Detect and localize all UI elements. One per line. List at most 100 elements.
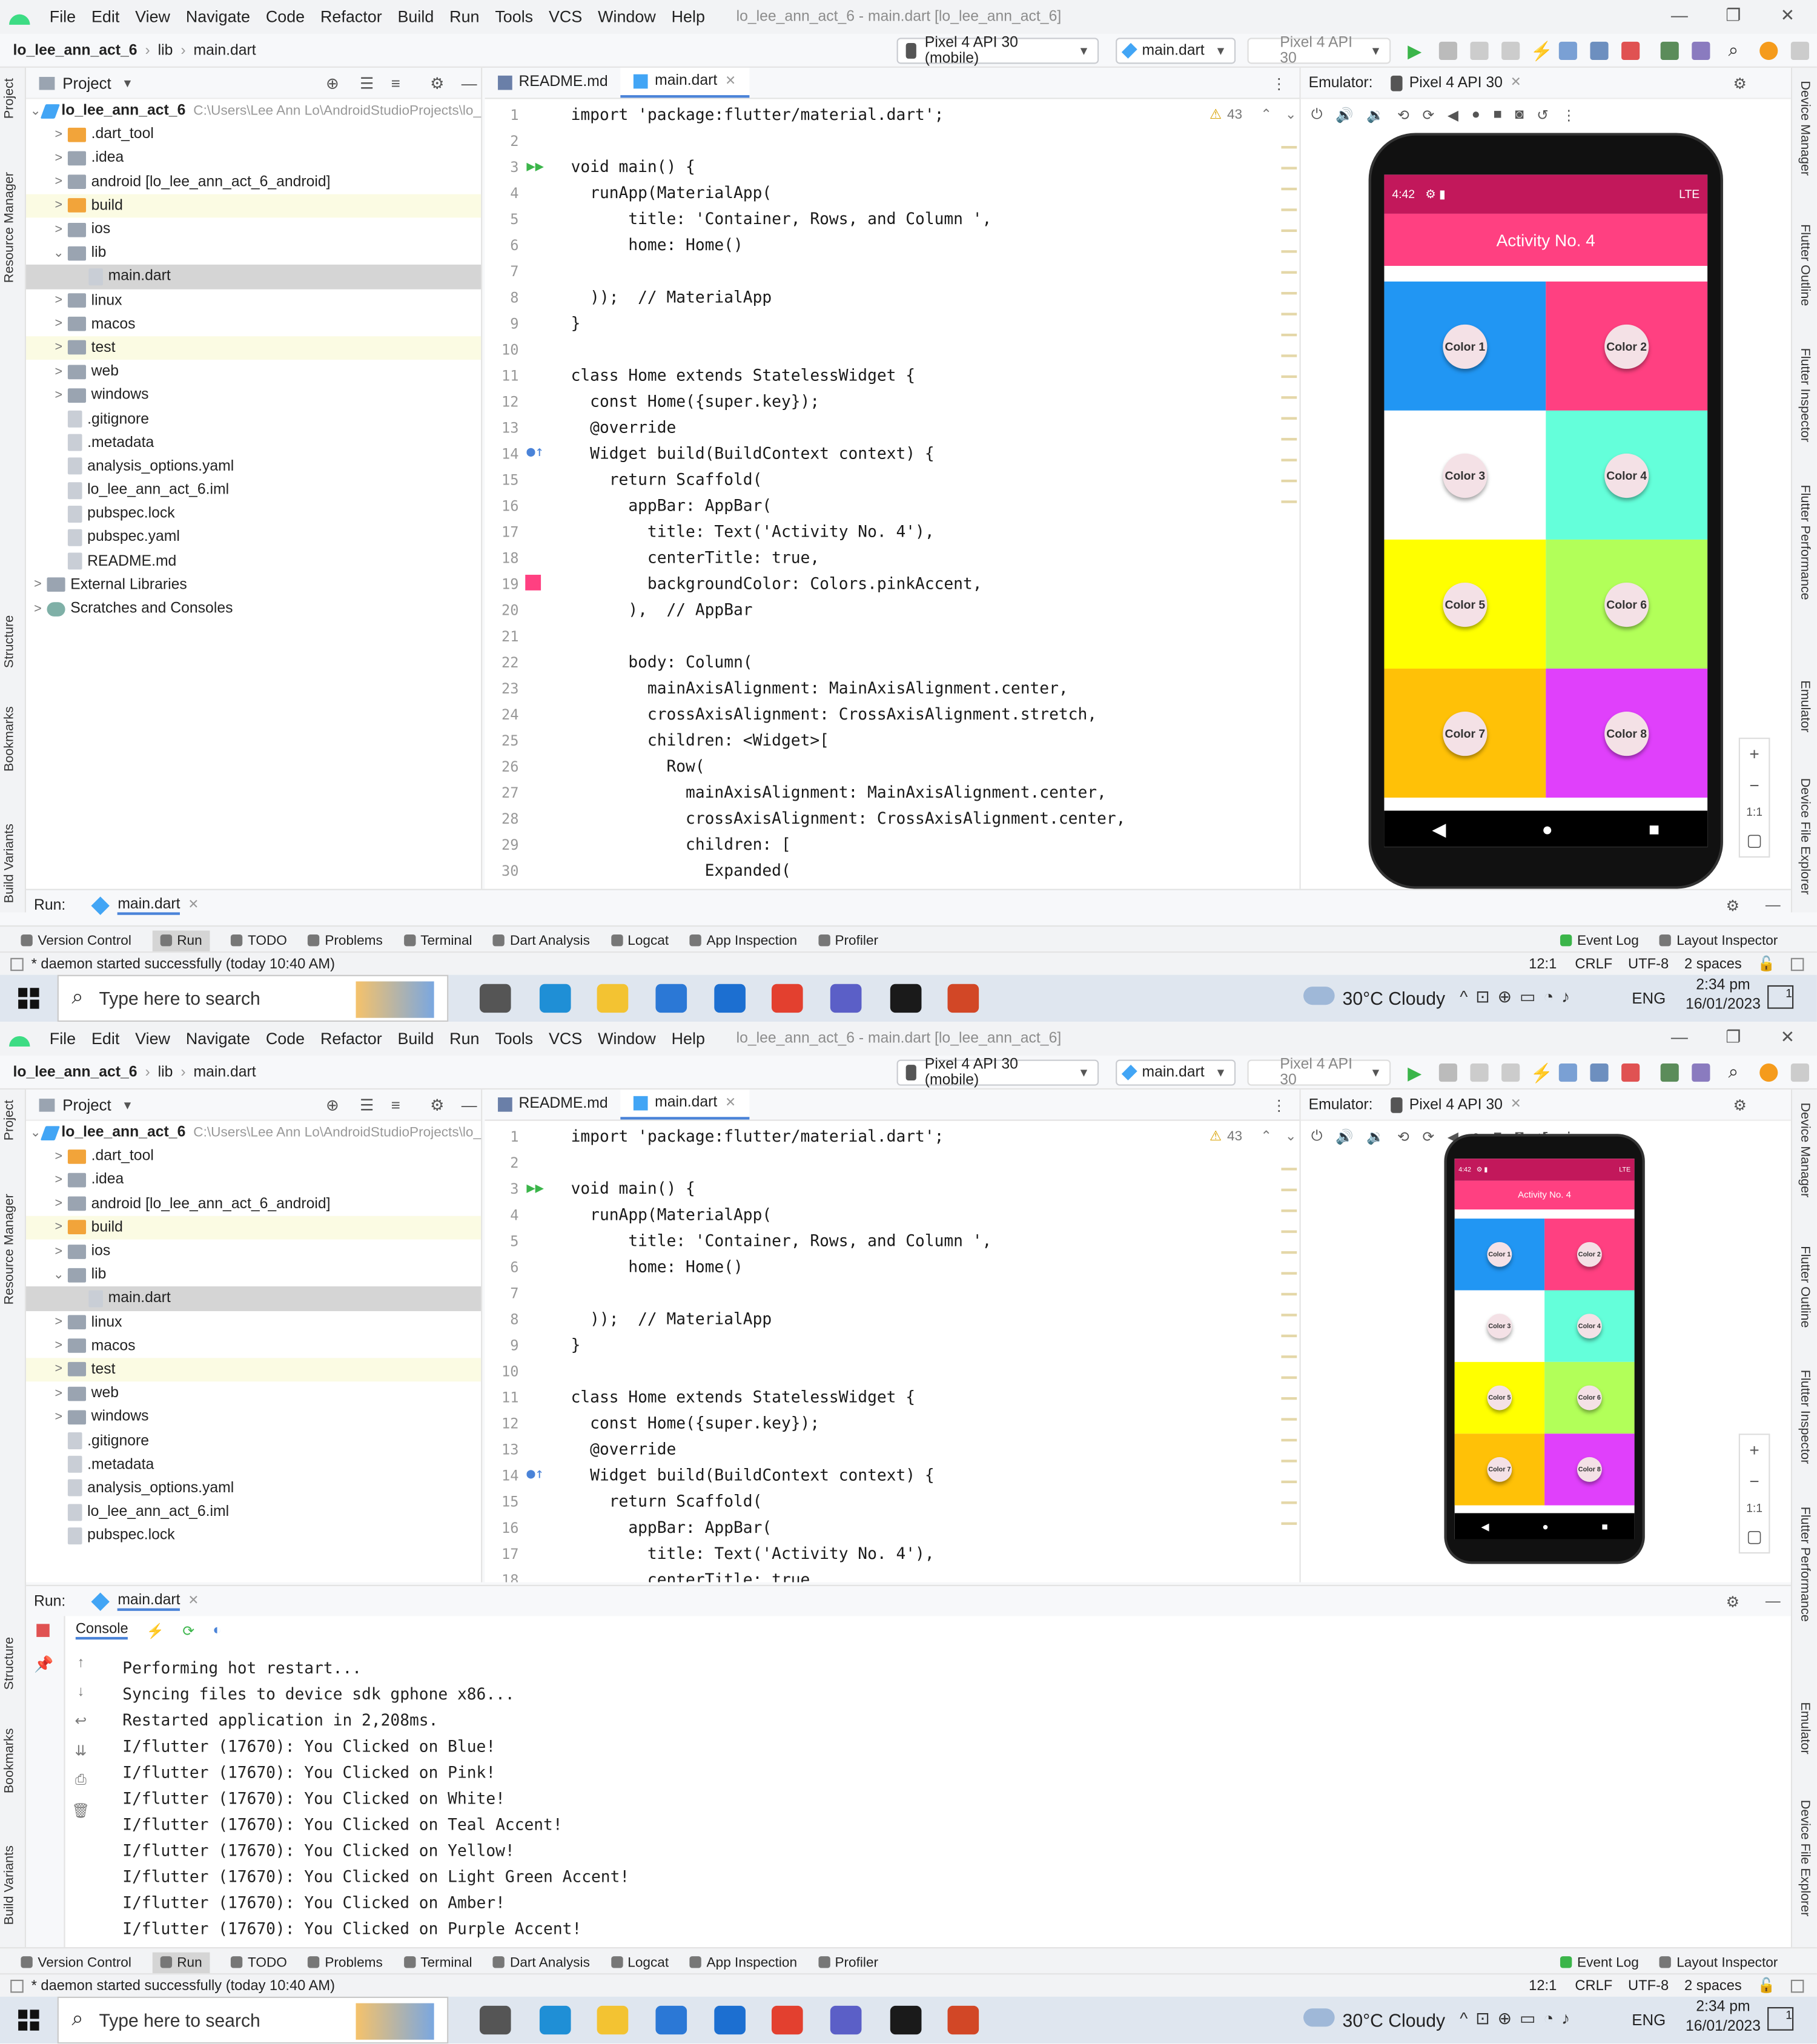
overview-icon[interactable]: ■ [1493,107,1501,122]
bottom-tool-tab[interactable]: Version Control [21,933,131,948]
locate-icon[interactable]: ⊕ [326,1096,339,1114]
tree-item[interactable]: > macos [26,313,481,336]
menu-item[interactable]: Window [598,1030,656,1048]
gear-icon[interactable]: ⚙ [1726,896,1739,915]
inspection-widget[interactable]: ⚠ 43 ⌃ ⌄ [1210,1129,1297,1145]
mail-icon[interactable] [655,984,687,1013]
side-tab-right[interactable]: Flutter Performance [1798,1507,1812,1622]
side-tab-left[interactable]: Bookmarks [2,706,17,772]
maximize-icon[interactable]: ❐ [1726,5,1741,26]
bottom-tool-tab[interactable]: Terminal [403,1954,472,1970]
layout-inspector-tab[interactable]: Layout Inspector [1660,1954,1778,1970]
side-tab-left[interactable]: Structure [2,1637,17,1690]
bottom-tool-tab[interactable]: TODO [231,933,287,948]
run-icon[interactable]: ▶ [1408,42,1426,60]
powerpoint-icon[interactable] [947,984,979,1013]
side-tab-left[interactable]: Build Variants [2,824,17,903]
hot-reload-icon[interactable]: ⚡ [147,1622,164,1639]
trash-icon[interactable]: 🗑 [71,1802,90,1819]
close-icon[interactable]: ✕ [1781,1027,1795,1048]
attach-icon[interactable] [1590,1063,1609,1082]
color-button[interactable]: Color 7 [1443,710,1488,756]
editor-tab[interactable]: main.dart ✕ [621,1090,749,1120]
clock[interactable]: 2:34 pm 16/01/2023 [1684,1999,1762,2034]
bottom-tool-tab[interactable]: App Inspection [689,1954,797,1970]
color-button[interactable]: Color 7 [1487,1457,1512,1482]
color-button[interactable]: Color 1 [1487,1242,1512,1267]
editor-tab[interactable]: README.md [485,1090,621,1119]
menu-item[interactable]: Help [672,8,705,26]
zoom-actual-button[interactable]: 1:1 [1746,1502,1762,1515]
side-tab-right[interactable]: Device File Explorer [1798,1800,1812,1917]
color-button[interactable]: Color 6 [1604,581,1649,627]
print-icon[interactable]: ⎙ [75,1773,87,1790]
clock[interactable]: 2:34 pm 16/01/2023 [1684,977,1762,1013]
menu-item[interactable]: Refactor [320,1030,382,1048]
run-gutter-icon[interactable]: ▶▶ [526,157,544,174]
menu-item[interactable]: View [135,1030,170,1048]
breadcrumb-project[interactable]: lo_lee_ann_act_6 [13,42,137,58]
coverage-icon[interactable] [1470,1063,1489,1082]
emulator-tab[interactable]: Pixel 4 API 30 [1409,1097,1503,1113]
search-icon[interactable]: ⌕ [1729,41,1747,59]
profile-icon[interactable] [1501,41,1520,60]
sticky-notes-icon[interactable] [890,2005,922,2035]
close-icon[interactable]: ✕ [1781,5,1795,26]
side-tab-left[interactable]: Build Variants [2,1845,17,1925]
side-tab-right[interactable]: Emulator [1798,1702,1812,1755]
tree-item[interactable]: analysis_options.yaml [26,455,481,478]
side-tab-right[interactable]: Device File Explorer [1798,778,1812,895]
breadcrumb-project[interactable]: lo_lee_ann_act_6 [13,1064,137,1080]
bottom-tool-tab[interactable]: Problems [308,933,383,948]
override-gutter-icon[interactable]: ●↑ [526,443,544,460]
system-tray-icons[interactable]: ^⊡⊕▭◔♪ [1460,2008,1578,2029]
edge-icon[interactable] [539,2005,571,2035]
chrome-icon[interactable] [771,2005,803,2035]
tree-item[interactable]: .gitignore [26,407,481,431]
hot-restart-icon[interactable]: ⟳ [182,1622,194,1639]
tree-item[interactable]: main.dart [26,265,482,289]
gear-icon[interactable]: ⚙ [430,74,444,92]
more-icon[interactable]: ⋮ [1271,74,1286,92]
taskbar-search[interactable]: ⌕ Type here to search [57,1996,449,2044]
volume-up-icon[interactable]: 🔊 [1335,106,1353,124]
gear-icon[interactable]: ⚙ [1733,74,1746,92]
memory-indicator-icon[interactable] [1790,1979,1804,1993]
menu-item[interactable]: Help [672,1030,705,1048]
tree-item[interactable]: lo_lee_ann_act_6.iml [26,478,481,502]
run-tab[interactable]: main.dart [117,896,180,915]
weather-text[interactable]: 30°C Cloudy [1343,2009,1445,2030]
bottom-tool-tab[interactable]: Run [152,1951,210,1973]
language-indicator[interactable]: ENG [1632,2011,1666,2029]
app-icon[interactable] [714,984,746,1013]
lock-icon[interactable]: 🔓 [1758,955,1775,973]
tree-item[interactable]: > web [26,360,481,383]
stop-icon[interactable] [1621,1063,1640,1082]
zoom-in-icon[interactable]: + [1749,1440,1759,1460]
tree-item[interactable]: > .dart_tool [26,123,481,147]
menu-item[interactable]: Tools [495,8,533,26]
tree-item[interactable]: .gitignore [26,1429,481,1453]
side-tab-right[interactable]: Flutter Outline [1798,1246,1812,1328]
side-tab-left[interactable]: Bookmarks [2,1728,17,1794]
hot-reload-icon[interactable]: ⚡ [1530,42,1553,60]
menu-item[interactable]: Window [598,8,656,26]
editor-tab[interactable]: README.md [485,68,621,98]
side-tab-right[interactable]: Emulator [1798,680,1812,732]
file-encoding[interactable]: UTF-8 [1628,956,1669,971]
memory-indicator-icon[interactable] [1790,957,1804,971]
bottom-tool-tab[interactable]: Terminal [403,933,472,948]
rotate-right-icon[interactable]: ⟳ [1423,1128,1435,1145]
color-button[interactable]: Color 1 [1443,323,1488,368]
powerpoint-icon[interactable] [947,2005,979,2035]
indent-setting[interactable]: 2 spaces [1684,1978,1742,1994]
side-tab-left[interactable]: Resource Manager [2,172,17,283]
panel-title[interactable]: Project [62,1096,111,1114]
language-indicator[interactable]: ENG [1632,989,1666,1007]
menu-item[interactable]: VCS [549,8,582,26]
tree-item[interactable]: > ios [26,217,481,241]
nav-home-icon[interactable]: ● [1542,818,1553,839]
side-tab-right[interactable]: Device Manager [1798,81,1812,176]
bottom-tool-tab[interactable]: Profiler [818,1954,878,1970]
line-separator[interactable]: CRLF [1575,956,1612,971]
